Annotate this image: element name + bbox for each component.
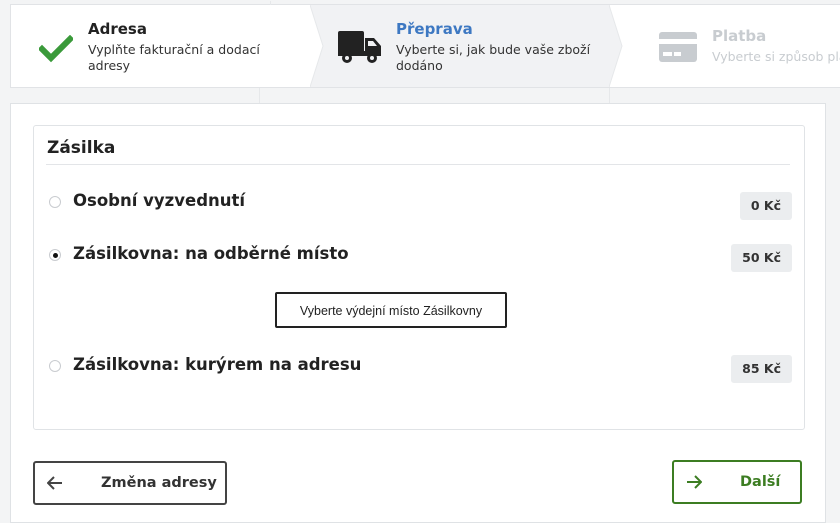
radio-button[interactable] — [49, 360, 61, 372]
shipping-option-zasilkovna-pickup-point[interactable]: Zásilkovna: na odběrné místo 50 Kč — [48, 241, 792, 272]
panel-title: Zásilka — [47, 138, 116, 158]
select-pickup-point-button[interactable]: Vyberte výdejní místo Zásilkovny — [275, 292, 507, 328]
shipping-panel: Zásilka Osobní vyzvednutí 0 Kč Zásilkovn… — [33, 125, 805, 430]
arrow-left-icon — [35, 463, 75, 503]
arrow-right-icon — [674, 462, 714, 502]
price-badge: 85 Kč — [731, 355, 792, 383]
divider — [609, 88, 610, 103]
radio-button[interactable] — [49, 196, 61, 208]
next-button[interactable]: Další — [672, 460, 802, 504]
price-badge: 50 Kč — [731, 244, 792, 272]
option-label[interactable]: Zásilkovna: na odběrné místo — [73, 244, 349, 263]
button-label: Další — [740, 474, 781, 490]
step-description: Vyberte si, jak bude vaše zboží dodáno — [396, 42, 591, 73]
step-title: Adresa — [88, 20, 147, 38]
checkout-stepper: Adresa Vyplňte fakturační a dodací adres… — [10, 1, 840, 88]
button-label: Změna adresy — [101, 475, 217, 491]
divider — [46, 164, 790, 165]
step-shipping[interactable]: Přeprava Vyberte si, jak bude vaše zboží… — [310, 5, 610, 87]
credit-card-icon — [658, 31, 698, 67]
truck-icon — [337, 29, 383, 69]
divider — [259, 88, 260, 103]
step-address[interactable]: Adresa Vyplňte fakturační a dodací adres… — [11, 5, 310, 87]
price-badge: 0 Kč — [739, 192, 792, 220]
change-address-button[interactable]: Změna adresy — [33, 461, 227, 505]
step-title: Platba — [712, 27, 767, 45]
shipping-card: Zásilka Osobní vyzvednutí 0 Kč Zásilkovn… — [10, 103, 826, 523]
step-title: Přeprava — [396, 20, 473, 38]
option-label[interactable]: Zásilkovna: kurýrem na adresu — [73, 355, 361, 374]
shipping-option-personal-pickup[interactable]: Osobní vyzvednutí 0 Kč — [48, 188, 792, 220]
step-separator — [310, 5, 324, 87]
radio-button[interactable] — [49, 249, 61, 261]
step-separator — [609, 5, 623, 87]
step-description: Vyplňte fakturační a dodací adresy — [88, 42, 260, 73]
step-description: Vyberte si způsob pla — [712, 49, 840, 64]
option-label[interactable]: Osobní vyzvednutí — [73, 191, 245, 210]
step-payment: Platba Vyberte si způsob pla — [623, 5, 840, 87]
checkmark-icon — [37, 34, 75, 67]
shipping-option-zasilkovna-courier[interactable]: Zásilkovna: kurýrem na adresu 85 Kč — [48, 352, 792, 383]
